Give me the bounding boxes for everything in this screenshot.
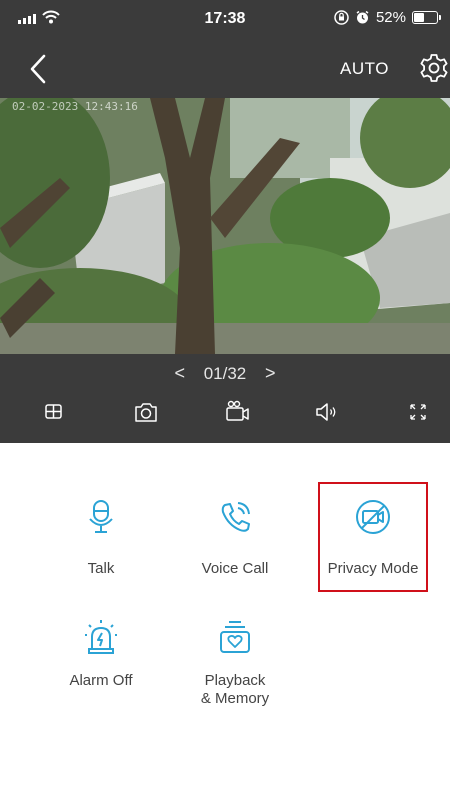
playback-memory-label: Playback & Memory: [190, 672, 280, 708]
privacy-mode-button[interactable]: Privacy Mode: [320, 497, 426, 578]
page-indicator: 01/32: [203, 363, 247, 383]
video-timestamp-overlay: 02-02-2023 12:43:16: [12, 100, 138, 113]
privacy-camera-off-icon: [356, 500, 390, 534]
back-button[interactable]: [22, 52, 56, 86]
camera-live-view[interactable]: 02-02-2023 12:43:16: [0, 98, 450, 354]
speaker-icon[interactable]: [308, 397, 344, 427]
phone-call-icon: [221, 502, 250, 532]
previous-button[interactable]: <: [160, 363, 199, 384]
orientation-lock-icon: [334, 10, 349, 25]
quality-mode-button[interactable]: AUTO: [340, 59, 389, 79]
talk-label: Talk: [87, 560, 115, 577]
alarm-siren-icon: [85, 620, 117, 654]
alarm-clock-icon: [356, 10, 369, 24]
next-button[interactable]: >: [251, 363, 290, 384]
voice-call-label: Voice Call: [201, 560, 269, 577]
playback-memory-icon: [220, 621, 250, 653]
voice-call-button[interactable]: Voice Call: [192, 497, 278, 578]
status-bar: 17:38 52%: [0, 0, 450, 40]
playback-memory-button[interactable]: Playback & Memory: [190, 617, 280, 708]
gear-icon[interactable]: [418, 52, 450, 84]
talk-button[interactable]: Talk: [58, 497, 144, 578]
fullscreen-icon[interactable]: [400, 397, 436, 427]
player-controls: < 01/32 >: [0, 354, 450, 443]
alarm-off-label: Alarm Off: [69, 672, 133, 689]
battery-icon: [412, 11, 441, 24]
playback-label-line2: & Memory: [200, 690, 270, 707]
video-record-icon[interactable]: [219, 397, 255, 427]
grid-layout-icon[interactable]: [35, 397, 71, 427]
playback-label-line1: Playback: [204, 672, 266, 689]
camera-snapshot-icon[interactable]: [128, 397, 164, 427]
camera-image: [0, 98, 450, 354]
privacy-mode-label: Privacy Mode: [327, 560, 419, 577]
alarm-off-button[interactable]: Alarm Off: [58, 617, 144, 690]
channel-pager: < 01/32 >: [0, 363, 450, 384]
battery-percent: 52%: [375, 9, 406, 26]
microphone-icon: [89, 500, 113, 533]
nav-bar: AUTO: [0, 40, 450, 98]
